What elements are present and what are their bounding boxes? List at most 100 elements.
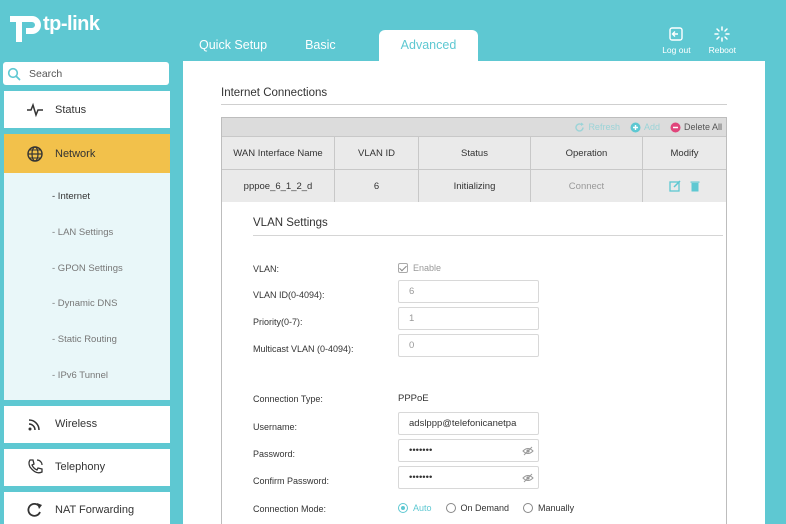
- connect-button[interactable]: Connect: [530, 169, 642, 202]
- title-divider: [221, 104, 727, 105]
- enable-label: Enable: [413, 263, 442, 273]
- tab-advanced[interactable]: Advanced: [378, 30, 479, 62]
- table-header: WAN Interface Name VLAN ID Status Operat…: [222, 136, 726, 169]
- add-button[interactable]: Add: [630, 122, 660, 133]
- mode-manually-radio[interactable]: Manually: [523, 503, 574, 513]
- multicast-vlan-field[interactable]: 0: [398, 334, 539, 357]
- sidebar-subitem-ipv6-tunnel[interactable]: - IPv6 Tunnel: [4, 358, 170, 394]
- search-input[interactable]: Search: [3, 62, 169, 85]
- sidebar-item-telephony[interactable]: Telephony: [4, 448, 170, 486]
- reboot-button[interactable]: Reboot: [709, 26, 736, 55]
- nat-icon: [27, 503, 42, 517]
- main-panel: Internet Connections Refresh Add Delete …: [183, 61, 765, 524]
- eye-off-icon[interactable]: [522, 445, 534, 457]
- cell-vlan-id: 6: [334, 169, 418, 202]
- sidebar-item-wireless[interactable]: Wireless: [4, 405, 170, 443]
- sidebar-item-status[interactable]: Status: [4, 91, 170, 128]
- confirm-password-label: Confirm Password:: [253, 476, 330, 486]
- tp-link-logo-icon: [4, 10, 42, 48]
- confirm-password-value: •••••••: [409, 472, 433, 483]
- table-row[interactable]: pppoe_6_1_2_d 6 Initializing Connect: [222, 169, 726, 202]
- mode-on-demand-radio[interactable]: On Demand: [445, 503, 510, 513]
- search-placeholder: Search: [29, 67, 63, 80]
- vlan-id-label: VLAN ID(0-4094):: [253, 290, 325, 300]
- sidebar-item-label: Status: [55, 103, 87, 116]
- checkbox-icon: [398, 263, 408, 273]
- network-submenu: - Internet - LAN Settings - GPON Setting…: [4, 173, 170, 400]
- reboot-label: Reboot: [708, 45, 736, 55]
- mode-manually-label: Manually: [538, 503, 575, 513]
- wifi-icon: [28, 419, 40, 431]
- sidebar-item-label: Telephony: [55, 461, 106, 474]
- sidebar-item-label: Network: [55, 147, 96, 160]
- mode-auto-radio[interactable]: Auto: [398, 503, 432, 513]
- top-tabs: Quick Setup Basic Advanced: [180, 30, 479, 62]
- radio-icon: [445, 503, 456, 513]
- username-label: Username:: [253, 422, 298, 432]
- password-field[interactable]: •••••••: [398, 439, 539, 462]
- connection-type-value: PPPoE: [398, 393, 429, 404]
- password-value: •••••••: [409, 445, 433, 456]
- username-field[interactable]: adslppp@telefonicanetpa: [398, 412, 539, 435]
- vlan-settings-title: VLAN Settings: [253, 217, 328, 229]
- password-label: Password:: [253, 449, 296, 459]
- refresh-label: Refresh: [588, 122, 620, 132]
- connections-table: Refresh Add Delete All WAN Interface Nam…: [221, 117, 727, 524]
- vlan-id-field[interactable]: 6: [398, 280, 539, 303]
- confirm-password-field[interactable]: •••••••: [398, 466, 539, 489]
- sidebar-subitem-gpon-settings[interactable]: - GPON Settings: [4, 251, 170, 287]
- connection-details: VLAN Settings VLAN: Enable VLAN ID(0-409…: [222, 202, 726, 524]
- reboot-icon: [714, 26, 731, 42]
- column-header-operation: Operation: [530, 136, 642, 169]
- priority-label: Priority(0-7):: [253, 317, 303, 327]
- refresh-button[interactable]: Refresh: [574, 122, 620, 133]
- sidebar-subitem-static-routing[interactable]: - Static Routing: [4, 322, 170, 358]
- vlan-enable-checkbox[interactable]: Enable: [398, 263, 441, 273]
- add-label: Add: [643, 122, 660, 132]
- sidebar-subitem-internet[interactable]: - Internet: [4, 179, 170, 215]
- multicast-vlan-label: Multicast VLAN (0-4094):: [253, 344, 354, 354]
- delete-all-button[interactable]: Delete All: [670, 122, 722, 133]
- mode-on-demand-label: On Demand: [460, 503, 510, 513]
- phone-icon: [28, 459, 43, 474]
- sidebar-subitem-lan-settings[interactable]: - LAN Settings: [4, 215, 170, 251]
- sidebar: Status Network - Internet - LAN Settings…: [4, 91, 170, 524]
- delete-all-label: Delete All: [683, 122, 722, 132]
- search-icon: [7, 67, 21, 80]
- trash-icon[interactable]: [689, 180, 701, 192]
- connection-mode-group: Auto On Demand Manually: [398, 503, 574, 513]
- eye-off-icon[interactable]: [522, 472, 534, 484]
- connection-mode-label: Connection Mode:: [253, 504, 327, 514]
- logout-label: Log out: [662, 45, 691, 55]
- vlan-settings-divider: [253, 235, 723, 236]
- column-header-status: Status: [418, 136, 530, 169]
- header-actions: Log out Reboot: [662, 26, 736, 55]
- cell-modify: [642, 169, 726, 202]
- cell-wan-name: pppoe_6_1_2_d: [222, 169, 334, 202]
- delete-icon: [670, 122, 681, 132]
- pulse-icon: [27, 102, 43, 117]
- tab-quick-setup[interactable]: Quick Setup: [180, 30, 286, 62]
- add-icon: [630, 122, 641, 132]
- radio-selected-icon: [398, 503, 408, 513]
- brand-name: tp-link: [43, 12, 100, 35]
- refresh-icon: [575, 122, 585, 132]
- edit-icon[interactable]: [668, 180, 681, 192]
- logout-button[interactable]: Log out: [662, 26, 691, 55]
- priority-field[interactable]: 1: [398, 307, 539, 330]
- radio-icon: [523, 503, 534, 513]
- sidebar-item-label: Wireless: [55, 418, 98, 431]
- connection-type-label: Connection Type:: [253, 394, 323, 404]
- sidebar-item-nat-forwarding[interactable]: NAT Forwarding: [4, 491, 170, 524]
- vlan-label: VLAN:: [253, 264, 280, 274]
- mode-auto-label: Auto: [413, 503, 432, 513]
- sidebar-item-network[interactable]: Network: [4, 134, 170, 173]
- tab-basic[interactable]: Basic: [286, 30, 355, 62]
- cell-status: Initializing: [418, 169, 530, 202]
- column-header-wan-name: WAN Interface Name: [222, 136, 334, 169]
- globe-icon: [27, 145, 43, 162]
- tp-link-logo: tp-link: [4, 10, 100, 48]
- sidebar-subitem-dynamic-dns[interactable]: - Dynamic DNS: [4, 286, 170, 322]
- sidebar-item-label: NAT Forwarding: [55, 504, 135, 517]
- column-header-modify: Modify: [642, 136, 726, 169]
